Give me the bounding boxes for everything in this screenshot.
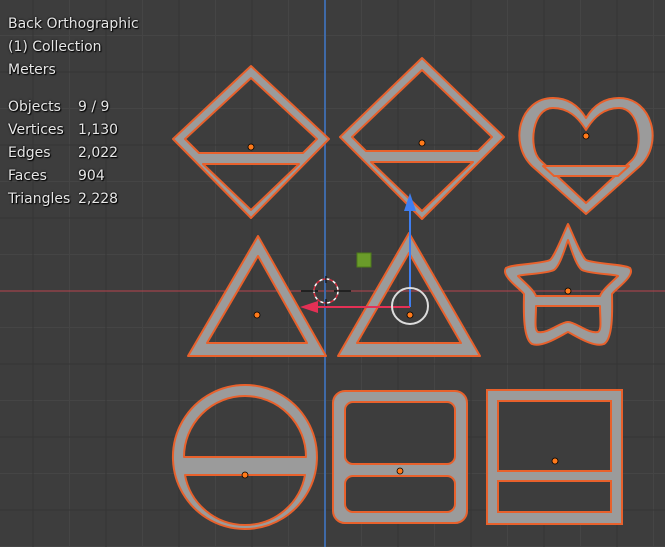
stat-value: 904	[78, 168, 105, 184]
circle-frame-object[interactable]	[171, 384, 318, 530]
transform-gizmo[interactable]	[300, 193, 429, 325]
rectangle-frame-object[interactable]	[486, 389, 623, 525]
origin-dot	[253, 311, 261, 319]
stat-value: 2,022	[78, 145, 119, 161]
origin-dot	[582, 132, 590, 140]
stat-label: Edges	[8, 145, 51, 161]
origin-dot	[396, 467, 404, 475]
stat-value: 2,228	[78, 191, 119, 207]
gizmo-plane-handle[interactable]	[356, 252, 372, 268]
diamond-frame-object[interactable]	[339, 57, 505, 220]
rounded-rectangle-frame-object[interactable]	[332, 390, 468, 524]
diamond-frame-object[interactable]	[172, 65, 330, 219]
origin-dot	[418, 139, 426, 147]
stat-row-triangles: Triangles 2,228	[8, 188, 118, 211]
3d-viewport[interactable]: Back Orthographic (1) Collection Meters …	[0, 0, 665, 547]
stat-row-edges: Edges 2,022	[8, 142, 118, 165]
stat-label: Vertices	[8, 122, 64, 138]
stat-label: Faces	[8, 168, 47, 184]
origin-dot	[406, 311, 414, 319]
stat-value: 9 / 9	[78, 99, 110, 115]
gizmo-x-arrow-icon[interactable]	[300, 301, 318, 313]
stat-row-faces: Faces 904	[8, 165, 118, 188]
unit-system: Meters	[8, 62, 56, 78]
collection-name: (1) Collection	[8, 39, 102, 55]
origin-dot	[241, 471, 249, 479]
star-frame-object[interactable]	[504, 223, 632, 346]
stat-value: 1,130	[78, 122, 119, 138]
scene-statistics: Objects 9 / 9 Vertices 1,130 Edges 2,022…	[8, 96, 118, 211]
stat-row-vertices: Vertices 1,130	[8, 119, 118, 142]
origin-dot	[564, 287, 572, 295]
stat-label: Objects	[8, 99, 61, 115]
viewport-canvas[interactable]	[0, 0, 665, 547]
view-name: Back Orthographic	[8, 16, 139, 32]
stat-row-objects: Objects 9 / 9	[8, 96, 118, 119]
heart-frame-object[interactable]	[518, 97, 654, 215]
stat-label: Triangles	[8, 191, 71, 207]
viewport-info: Back Orthographic (1) Collection Meters	[8, 13, 139, 82]
origin-dot	[551, 457, 559, 465]
origin-dot	[247, 143, 255, 151]
